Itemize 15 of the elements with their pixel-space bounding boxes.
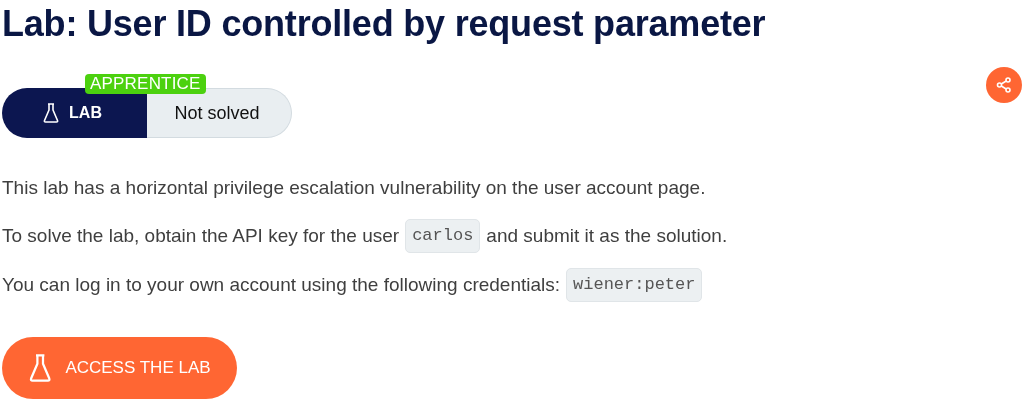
status-badge: Not solved: [147, 88, 292, 138]
description-text: and submit it as the solution.: [486, 224, 728, 248]
description-text: You can log in to your own account using the following credentials:: [2, 273, 561, 297]
flask-icon: [43, 103, 60, 123]
flask-icon: [29, 354, 52, 382]
inline-code: wiener:peter: [566, 268, 703, 302]
share-button[interactable]: [986, 67, 1022, 103]
description-text: To solve the lab, obtain the API key for the user: [2, 224, 400, 248]
access-lab-button[interactable]: ACCESS THE LAB: [2, 337, 237, 399]
lab-label: LAB: [69, 104, 102, 122]
page-title: Lab: User ID controlled by request parameter: [2, 2, 767, 46]
share-icon: [996, 77, 1012, 93]
inline-code: carlos: [405, 219, 481, 253]
level-tag: APPRENTICE: [85, 74, 206, 94]
description-text: This lab has a horizontal privilege escalation vulnerability on the user account page.: [2, 176, 706, 200]
